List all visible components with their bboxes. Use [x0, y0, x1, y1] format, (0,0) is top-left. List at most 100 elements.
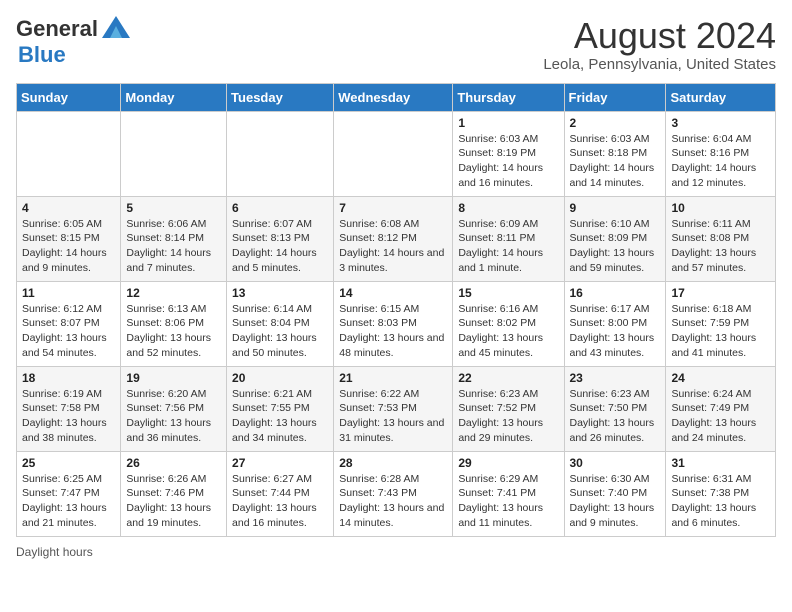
day-number: 29 [458, 456, 558, 470]
table-row: 14 Sunrise: 6:15 AMSunset: 8:03 PMDaylig… [334, 281, 453, 366]
cell-content: 6 Sunrise: 6:07 AMSunset: 8:13 PMDayligh… [232, 201, 328, 276]
col-monday: Monday [121, 83, 227, 111]
day-number: 18 [22, 371, 115, 385]
day-info: Sunrise: 6:31 AMSunset: 7:38 PMDaylight:… [671, 472, 770, 531]
cell-content: 28 Sunrise: 6:28 AMSunset: 7:43 PMDaylig… [339, 456, 447, 531]
day-number: 9 [570, 201, 661, 215]
table-row: 12 Sunrise: 6:13 AMSunset: 8:06 PMDaylig… [121, 281, 227, 366]
table-row: 8 Sunrise: 6:09 AMSunset: 8:11 PMDayligh… [453, 196, 564, 281]
col-wednesday: Wednesday [334, 83, 453, 111]
cell-content: 15 Sunrise: 6:16 AMSunset: 8:02 PMDaylig… [458, 286, 558, 361]
day-number: 19 [126, 371, 221, 385]
table-row: 30 Sunrise: 6:30 AMSunset: 7:40 PMDaylig… [564, 451, 666, 536]
day-number: 17 [671, 286, 770, 300]
day-number: 10 [671, 201, 770, 215]
day-info: Sunrise: 6:16 AMSunset: 8:02 PMDaylight:… [458, 302, 558, 361]
cell-content: 11 Sunrise: 6:12 AMSunset: 8:07 PMDaylig… [22, 286, 115, 361]
cell-content: 20 Sunrise: 6:21 AMSunset: 7:55 PMDaylig… [232, 371, 328, 446]
day-number: 20 [232, 371, 328, 385]
day-info: Sunrise: 6:23 AMSunset: 7:50 PMDaylight:… [570, 387, 661, 446]
day-info: Sunrise: 6:19 AMSunset: 7:58 PMDaylight:… [22, 387, 115, 446]
cell-content: 12 Sunrise: 6:13 AMSunset: 8:06 PMDaylig… [126, 286, 221, 361]
day-info: Sunrise: 6:28 AMSunset: 7:43 PMDaylight:… [339, 472, 447, 531]
table-row: 3 Sunrise: 6:04 AMSunset: 8:16 PMDayligh… [666, 111, 776, 196]
table-row: 6 Sunrise: 6:07 AMSunset: 8:13 PMDayligh… [227, 196, 334, 281]
month-title: August 2024 [543, 16, 776, 56]
day-number: 22 [458, 371, 558, 385]
day-number: 27 [232, 456, 328, 470]
day-info: Sunrise: 6:25 AMSunset: 7:47 PMDaylight:… [22, 472, 115, 531]
day-info: Sunrise: 6:13 AMSunset: 8:06 PMDaylight:… [126, 302, 221, 361]
day-info: Sunrise: 6:12 AMSunset: 8:07 PMDaylight:… [22, 302, 115, 361]
cell-content: 25 Sunrise: 6:25 AMSunset: 7:47 PMDaylig… [22, 456, 115, 531]
table-row: 1 Sunrise: 6:03 AMSunset: 8:19 PMDayligh… [453, 111, 564, 196]
day-number: 8 [458, 201, 558, 215]
cell-content: 31 Sunrise: 6:31 AMSunset: 7:38 PMDaylig… [671, 456, 770, 531]
day-number: 14 [339, 286, 447, 300]
table-row: 10 Sunrise: 6:11 AMSunset: 8:08 PMDaylig… [666, 196, 776, 281]
logo-icon [102, 16, 130, 38]
logo-area: General Blue [16, 16, 130, 68]
day-info: Sunrise: 6:22 AMSunset: 7:53 PMDaylight:… [339, 387, 447, 446]
general-text: General [16, 16, 98, 42]
table-row: 22 Sunrise: 6:23 AMSunset: 7:52 PMDaylig… [453, 366, 564, 451]
calendar-week-row: 25 Sunrise: 6:25 AMSunset: 7:47 PMDaylig… [17, 451, 776, 536]
table-row: 27 Sunrise: 6:27 AMSunset: 7:44 PMDaylig… [227, 451, 334, 536]
day-info: Sunrise: 6:05 AMSunset: 8:15 PMDaylight:… [22, 217, 115, 276]
table-row [227, 111, 334, 196]
day-number: 7 [339, 201, 447, 215]
cell-content: 27 Sunrise: 6:27 AMSunset: 7:44 PMDaylig… [232, 456, 328, 531]
cell-content: 19 Sunrise: 6:20 AMSunset: 7:56 PMDaylig… [126, 371, 221, 446]
day-number: 25 [22, 456, 115, 470]
table-row: 5 Sunrise: 6:06 AMSunset: 8:14 PMDayligh… [121, 196, 227, 281]
day-number: 30 [570, 456, 661, 470]
table-row: 11 Sunrise: 6:12 AMSunset: 8:07 PMDaylig… [17, 281, 121, 366]
day-info: Sunrise: 6:27 AMSunset: 7:44 PMDaylight:… [232, 472, 328, 531]
blue-text: Blue [18, 42, 66, 67]
cell-content: 4 Sunrise: 6:05 AMSunset: 8:15 PMDayligh… [22, 201, 115, 276]
day-number: 24 [671, 371, 770, 385]
table-row: 24 Sunrise: 6:24 AMSunset: 7:49 PMDaylig… [666, 366, 776, 451]
footer-area: Daylight hours [16, 545, 776, 559]
cell-content: 3 Sunrise: 6:04 AMSunset: 8:16 PMDayligh… [671, 116, 770, 191]
location-subtitle: Leola, Pennsylvania, United States [543, 56, 776, 73]
cell-content: 17 Sunrise: 6:18 AMSunset: 7:59 PMDaylig… [671, 286, 770, 361]
day-info: Sunrise: 6:03 AMSunset: 8:19 PMDaylight:… [458, 132, 558, 191]
col-sunday: Sunday [17, 83, 121, 111]
table-row: 13 Sunrise: 6:14 AMSunset: 8:04 PMDaylig… [227, 281, 334, 366]
calendar-week-row: 18 Sunrise: 6:19 AMSunset: 7:58 PMDaylig… [17, 366, 776, 451]
title-area: August 2024 Leola, Pennsylvania, United … [543, 16, 776, 73]
calendar-week-row: 4 Sunrise: 6:05 AMSunset: 8:15 PMDayligh… [17, 196, 776, 281]
table-row: 25 Sunrise: 6:25 AMSunset: 7:47 PMDaylig… [17, 451, 121, 536]
day-number: 4 [22, 201, 115, 215]
table-row: 23 Sunrise: 6:23 AMSunset: 7:50 PMDaylig… [564, 366, 666, 451]
day-info: Sunrise: 6:24 AMSunset: 7:49 PMDaylight:… [671, 387, 770, 446]
day-info: Sunrise: 6:26 AMSunset: 7:46 PMDaylight:… [126, 472, 221, 531]
day-info: Sunrise: 6:11 AMSunset: 8:08 PMDaylight:… [671, 217, 770, 276]
cell-content: 7 Sunrise: 6:08 AMSunset: 8:12 PMDayligh… [339, 201, 447, 276]
day-number: 23 [570, 371, 661, 385]
daylight-hours-label: Daylight hours [16, 545, 93, 559]
cell-content: 30 Sunrise: 6:30 AMSunset: 7:40 PMDaylig… [570, 456, 661, 531]
calendar-table: Sunday Monday Tuesday Wednesday Thursday… [16, 83, 776, 537]
day-info: Sunrise: 6:07 AMSunset: 8:13 PMDaylight:… [232, 217, 328, 276]
calendar-week-row: 1 Sunrise: 6:03 AMSunset: 8:19 PMDayligh… [17, 111, 776, 196]
table-row [121, 111, 227, 196]
day-info: Sunrise: 6:18 AMSunset: 7:59 PMDaylight:… [671, 302, 770, 361]
page-header: General Blue August 2024 Leola, Pennsylv… [16, 16, 776, 73]
table-row: 28 Sunrise: 6:28 AMSunset: 7:43 PMDaylig… [334, 451, 453, 536]
table-row: 26 Sunrise: 6:26 AMSunset: 7:46 PMDaylig… [121, 451, 227, 536]
col-tuesday: Tuesday [227, 83, 334, 111]
table-row: 19 Sunrise: 6:20 AMSunset: 7:56 PMDaylig… [121, 366, 227, 451]
day-number: 5 [126, 201, 221, 215]
table-row [334, 111, 453, 196]
cell-content: 26 Sunrise: 6:26 AMSunset: 7:46 PMDaylig… [126, 456, 221, 531]
day-number: 11 [22, 286, 115, 300]
header-row: Sunday Monday Tuesday Wednesday Thursday… [17, 83, 776, 111]
day-info: Sunrise: 6:09 AMSunset: 8:11 PMDaylight:… [458, 217, 558, 276]
cell-content: 13 Sunrise: 6:14 AMSunset: 8:04 PMDaylig… [232, 286, 328, 361]
table-row: 20 Sunrise: 6:21 AMSunset: 7:55 PMDaylig… [227, 366, 334, 451]
day-info: Sunrise: 6:17 AMSunset: 8:00 PMDaylight:… [570, 302, 661, 361]
table-row: 31 Sunrise: 6:31 AMSunset: 7:38 PMDaylig… [666, 451, 776, 536]
table-row: 2 Sunrise: 6:03 AMSunset: 8:18 PMDayligh… [564, 111, 666, 196]
